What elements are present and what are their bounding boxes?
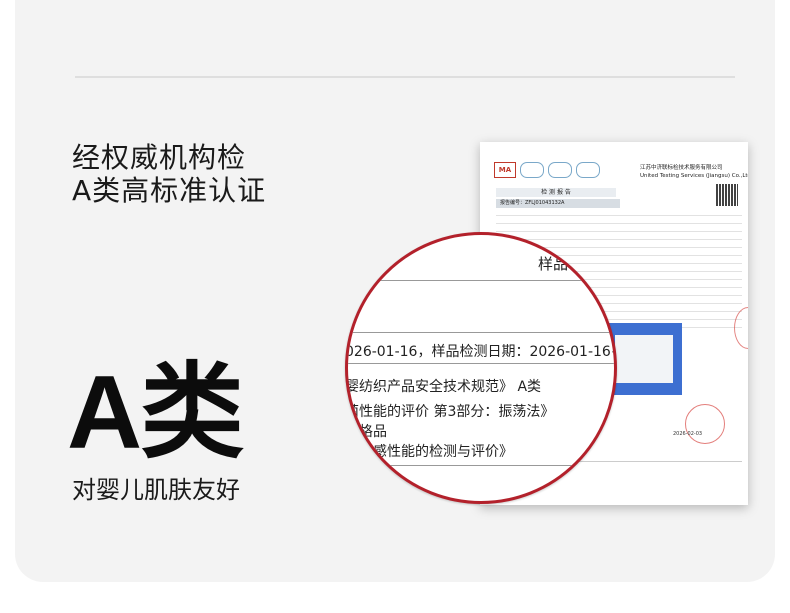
seal-logo-icon xyxy=(576,162,600,178)
ilac-logo-icon xyxy=(520,162,544,178)
magnifier-circle: 样品 026-01-16，样品检测日期：2026-01-16~2 婴纺织产品安全… xyxy=(345,232,617,504)
content-card: 经权威机构检 A类高标准认证 A类 对婴儿肌肤友好 MA 江苏中济联标检技术服务… xyxy=(15,0,775,582)
sample-photo xyxy=(607,323,682,395)
report-number: 报告编号：ZFLJ01043132A xyxy=(496,199,620,208)
mag-sample-label: 样品 xyxy=(538,255,569,273)
divider xyxy=(75,76,735,78)
report-org: 江苏中济联标检技术服务有限公司 United Testing Services … xyxy=(640,165,748,179)
mag-standard: 婴纺织产品安全技术规范》 A类 xyxy=(345,379,542,395)
mag-result: 合格品 xyxy=(345,424,387,440)
mag-item: 菌性能的评价 第3部分：振荡法》 xyxy=(345,404,555,420)
report-title: 检 测 报 告 xyxy=(496,188,616,197)
report-date: 2026-02-03 xyxy=(673,431,703,437)
grade-label: A类 xyxy=(67,355,244,471)
headline-line-2: A类高标准认证 xyxy=(72,174,267,207)
mag-method: 间凉感性能的检测与评价》 xyxy=(345,444,513,460)
qr-code-icon xyxy=(716,184,738,206)
subtitle: 对婴儿肌肤友好 xyxy=(72,476,240,504)
mag-dates: 026-01-16，样品检测日期：2026-01-16~2 xyxy=(345,344,617,360)
certification-logos: MA xyxy=(494,162,600,178)
cnas-logo-icon xyxy=(548,162,572,178)
official-stamp-icon xyxy=(685,404,725,444)
ma-logo-icon: MA xyxy=(494,162,516,178)
headline-line-1: 经权威机构检 xyxy=(72,141,247,174)
